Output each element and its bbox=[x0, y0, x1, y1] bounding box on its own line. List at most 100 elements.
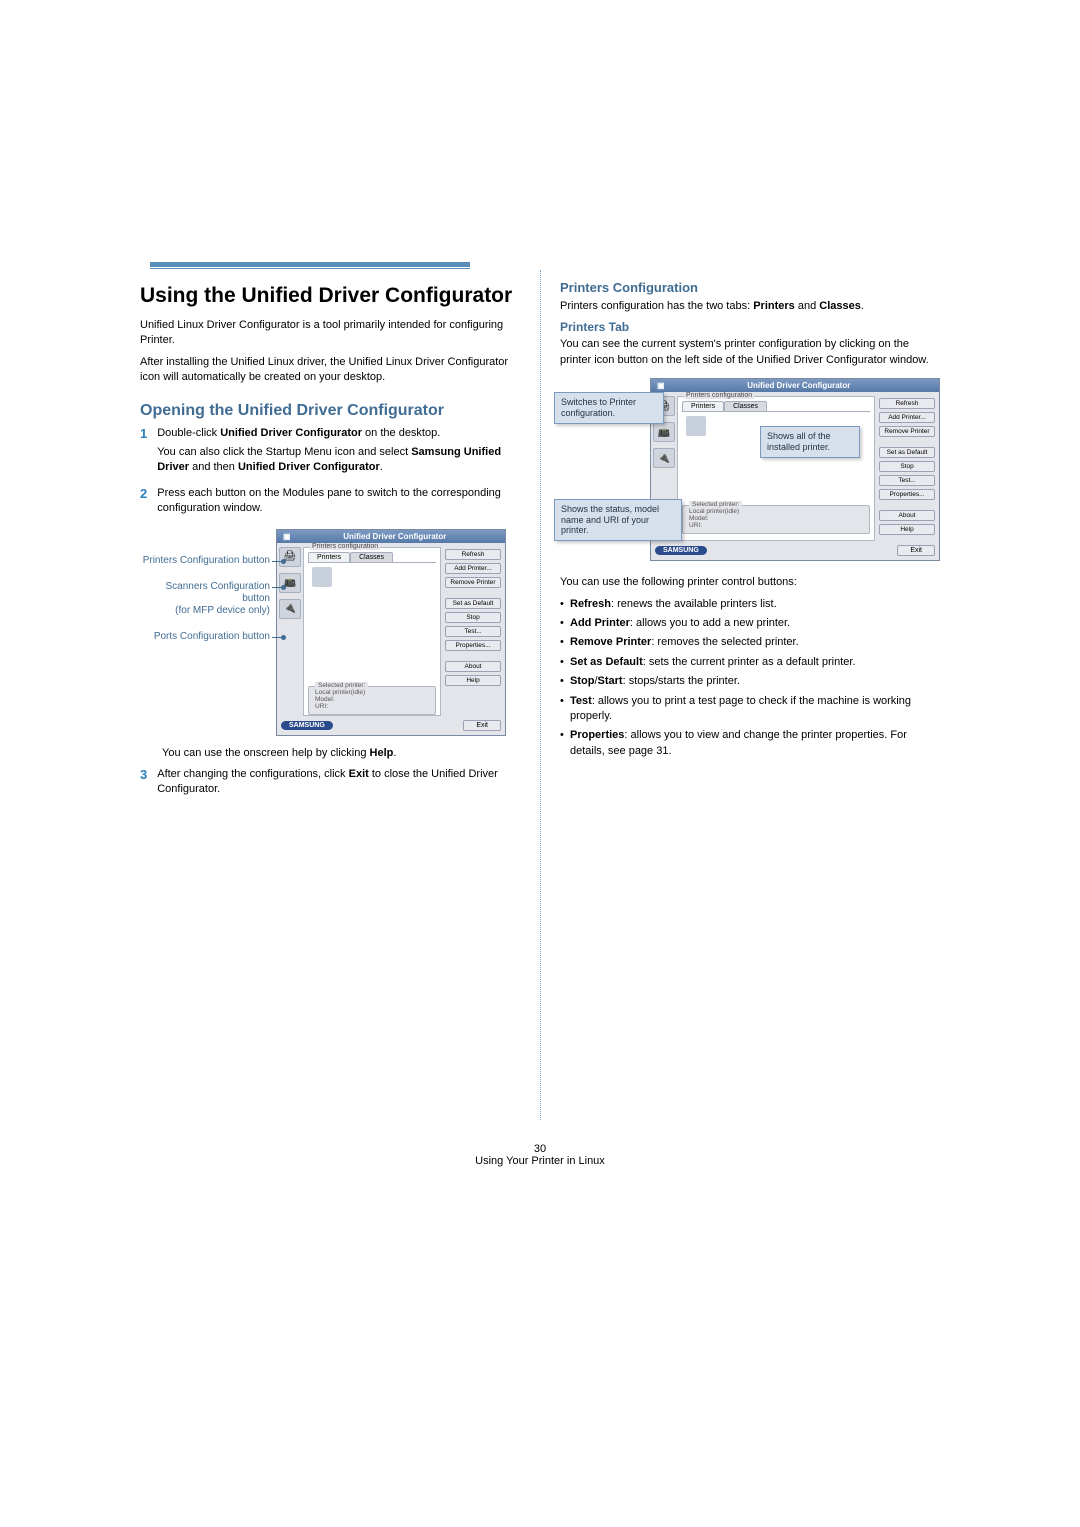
about-button[interactable]: About bbox=[879, 510, 935, 521]
step-number: 2 bbox=[140, 486, 147, 521]
window-titlebar: ▣ Unified Driver Configurator bbox=[651, 379, 939, 392]
properties-button[interactable]: Properties... bbox=[879, 489, 935, 500]
selected-uri: URI: bbox=[315, 703, 429, 710]
intro-text-1: Unified Linux Driver Configurator is a t… bbox=[140, 318, 520, 349]
column-divider bbox=[540, 270, 541, 1120]
printers-tab-intro: You can see the current system's printer… bbox=[560, 337, 940, 368]
printer-icon[interactable] bbox=[312, 567, 332, 587]
intro-text-2: After installing the Unified Linux drive… bbox=[140, 355, 520, 386]
screenshot-configurator-1: ▣ Unified Driver Configurator 🖨 📠 🔌 Prin… bbox=[276, 529, 506, 736]
brand-logo: SAMSUNG bbox=[281, 721, 333, 730]
exit-button[interactable]: Exit bbox=[463, 720, 501, 731]
printer-icon[interactable] bbox=[686, 416, 706, 436]
selected-printer-legend: Selected printer: bbox=[689, 501, 742, 508]
callout-shows-installed: Shows all of the installed printer. bbox=[760, 426, 860, 458]
set-default-button[interactable]: Set as Default bbox=[879, 447, 935, 458]
bold-text: Test bbox=[570, 695, 592, 707]
window-menu-icon[interactable]: ▣ bbox=[283, 532, 291, 541]
tab-printers[interactable]: Printers bbox=[308, 552, 350, 562]
exit-button[interactable]: Exit bbox=[897, 545, 935, 556]
printers-tab-heading: Printers Tab bbox=[560, 320, 940, 334]
step-3: After changing the configurations, click… bbox=[157, 767, 520, 798]
text: : removes the selected printer. bbox=[651, 636, 798, 648]
properties-button[interactable]: Properties... bbox=[445, 640, 501, 651]
bullet-stop-start: Stop/Start: stops/starts the printer. bbox=[560, 674, 940, 689]
test-button[interactable]: Test... bbox=[445, 626, 501, 637]
help-hint: You can use the onscreen help by clickin… bbox=[162, 746, 520, 761]
control-buttons-intro: You can use the following printer contro… bbox=[560, 575, 940, 590]
test-button[interactable]: Test... bbox=[879, 475, 935, 486]
bold-text: Properties bbox=[570, 729, 624, 741]
add-printer-button[interactable]: Add Printer... bbox=[445, 563, 501, 574]
label-ports-config-button: Ports Configuration button bbox=[140, 631, 270, 643]
module-scanners-button[interactable]: 📠 bbox=[653, 422, 675, 442]
tab-classes[interactable]: Classes bbox=[724, 401, 767, 411]
page-number: 30 bbox=[0, 1143, 1080, 1155]
bold-text: Unified Driver Configurator bbox=[238, 461, 380, 473]
window-menu-icon[interactable]: ▣ bbox=[657, 381, 665, 390]
text: You can also click the Startup Menu icon… bbox=[157, 446, 411, 458]
help-button[interactable]: Help bbox=[879, 524, 935, 535]
tab-printers[interactable]: Printers bbox=[682, 401, 724, 411]
brand-logo: SAMSUNG bbox=[655, 546, 707, 555]
step-number: 1 bbox=[140, 426, 147, 480]
selected-local: Local printer(idle) bbox=[315, 689, 429, 696]
bold-text: Stop bbox=[570, 675, 594, 687]
selected-model: Model: bbox=[315, 696, 429, 703]
stop-button[interactable]: Stop bbox=[445, 612, 501, 623]
text: on the desktop. bbox=[362, 427, 440, 439]
text: You can use the onscreen help by clickin… bbox=[162, 747, 370, 759]
module-ports-button[interactable]: 🔌 bbox=[653, 448, 675, 468]
text: . bbox=[861, 300, 864, 312]
text: Printers configuration has the two tabs: bbox=[560, 300, 753, 312]
bullet-properties: Properties: allows you to view and chang… bbox=[560, 728, 940, 759]
running-footer: Using Your Printer in Linux bbox=[0, 1155, 1080, 1167]
text: : sets the current printer as a default … bbox=[643, 656, 856, 668]
help-button[interactable]: Help bbox=[445, 675, 501, 686]
printers-config-intro: Printers configuration has the two tabs:… bbox=[560, 299, 940, 314]
opening-heading: Opening the Unified Driver Configurator bbox=[140, 402, 520, 420]
bold-text: Start bbox=[598, 675, 623, 687]
printers-list[interactable] bbox=[308, 562, 436, 682]
selected-printer-box: Selected printer: Local printer(idle) Mo… bbox=[308, 686, 436, 715]
step-number: 3 bbox=[140, 767, 147, 802]
text: . bbox=[380, 461, 383, 473]
set-default-button[interactable]: Set as Default bbox=[445, 598, 501, 609]
refresh-button[interactable]: Refresh bbox=[879, 398, 935, 409]
tab-classes[interactable]: Classes bbox=[350, 552, 393, 562]
step-1a: Double-click Unified Driver Configurator… bbox=[157, 426, 520, 441]
step-1b: You can also click the Startup Menu icon… bbox=[157, 445, 520, 476]
window-title: Unified Driver Configurator bbox=[665, 381, 933, 390]
stop-button[interactable]: Stop bbox=[879, 461, 935, 472]
refresh-button[interactable]: Refresh bbox=[445, 549, 501, 560]
about-button[interactable]: About bbox=[445, 661, 501, 672]
bullet-test: Test: allows you to print a test page to… bbox=[560, 694, 940, 725]
selected-local: Local printer(idle) bbox=[689, 508, 863, 515]
bullet-refresh: Refresh: renews the available printers l… bbox=[560, 597, 940, 612]
text: : stops/starts the printer. bbox=[623, 675, 740, 687]
main-heading: Using the Unified Driver Configurator bbox=[140, 284, 520, 308]
step-2: Press each button on the Modules pane to… bbox=[157, 486, 520, 517]
bullet-set-default: Set as Default: sets the current printer… bbox=[560, 655, 940, 670]
module-ports-button[interactable]: 🔌 bbox=[279, 599, 301, 619]
text: and then bbox=[189, 461, 238, 473]
callout-shows-status: Shows the status, model name and URI of … bbox=[554, 499, 682, 541]
label-scanners-config-button: Scanners Configuration button(for MFP de… bbox=[140, 581, 270, 617]
module-scanners-button[interactable]: 📠 bbox=[279, 573, 301, 593]
selected-uri: URI: bbox=[689, 522, 863, 529]
panel-label: Printers configuration bbox=[684, 392, 754, 399]
text: : allows you to add a new printer. bbox=[630, 617, 790, 629]
panel-label: Printers configuration bbox=[310, 543, 380, 550]
screenshot-configurator-2: ▣ Unified Driver Configurator 🖨 📠 🔌 Prin… bbox=[650, 378, 940, 561]
bold-text: Set as Default bbox=[570, 656, 643, 668]
text: and bbox=[795, 300, 819, 312]
text: Double-click bbox=[157, 427, 220, 439]
selected-printer-legend: Selected printer: bbox=[315, 682, 368, 689]
bullet-add-printer: Add Printer: allows you to add a new pri… bbox=[560, 616, 940, 631]
remove-printer-button[interactable]: Remove Printer bbox=[879, 426, 935, 437]
add-printer-button[interactable]: Add Printer... bbox=[879, 412, 935, 423]
remove-printer-button[interactable]: Remove Printer bbox=[445, 577, 501, 588]
bold-text: Exit bbox=[349, 768, 369, 780]
module-printers-button[interactable]: 🖨 bbox=[279, 547, 301, 567]
text: After changing the configurations, click bbox=[157, 768, 348, 780]
